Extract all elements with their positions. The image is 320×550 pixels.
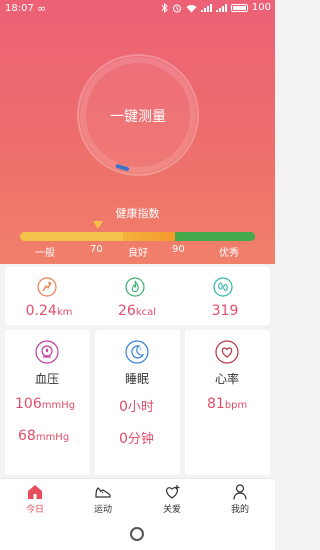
- heart-rate-title: 心率: [215, 372, 240, 386]
- stat-steps[interactable]: 319: [181, 267, 269, 325]
- signal-2-icon: [215, 4, 227, 12]
- heart-plus-icon: [165, 485, 180, 499]
- status-bar: 18:07 ∞ 100: [0, 0, 275, 18]
- ring-progress-arc: [115, 164, 130, 171]
- status-time: 18:07: [5, 3, 34, 14]
- battery-level: 100: [251, 2, 271, 13]
- measure-ring-button[interactable]: 一键测量: [76, 40, 200, 190]
- bluetooth-icon: [161, 3, 168, 13]
- scale-label-90: 90: [172, 244, 185, 255]
- systolic-value: 106mmHg: [15, 396, 76, 412]
- heart-icon: [215, 340, 239, 364]
- stat-distance-value: 0.24km: [25, 303, 73, 319]
- nav-mine[interactable]: 我的: [215, 483, 265, 515]
- bar-segment-high: [175, 232, 255, 241]
- sleep-minutes: 0分钟: [119, 431, 154, 447]
- stat-steps-value: 319: [211, 303, 239, 319]
- moon-sleep-icon: z: [125, 340, 149, 364]
- stat-calories[interactable]: 26kcal: [93, 267, 181, 325]
- signal-icon: [200, 4, 212, 12]
- heart-rate-value: 81bpm: [207, 396, 248, 412]
- measure-label: 一键测量: [110, 109, 166, 125]
- scale-label-excellent: 优秀: [219, 248, 239, 259]
- scale-label-70: 70: [90, 244, 103, 255]
- health-index-bar: [20, 232, 255, 241]
- sleep-hours: 0小时: [119, 399, 154, 415]
- infinity-icon: ∞: [37, 2, 47, 15]
- footprints-icon: [213, 277, 233, 297]
- bar-segment-low: [20, 232, 124, 241]
- nav-sport-label: 运动: [93, 505, 112, 515]
- alarm-icon: [172, 4, 181, 13]
- nav-sport[interactable]: 运动: [78, 483, 128, 515]
- blood-pressure-icon: [35, 340, 59, 364]
- calorie-flame-icon: [125, 277, 145, 297]
- nav-care-label: 关爱: [162, 505, 181, 515]
- nav-mine-label: 我的: [230, 505, 249, 515]
- bar-segment-mid: [123, 232, 176, 241]
- blood-pressure-card[interactable]: 血压 106mmHg 68mmHg: [5, 330, 90, 475]
- nav-today[interactable]: 今日: [10, 483, 60, 515]
- distance-icon: [37, 277, 57, 297]
- blood-pressure-title: 血压: [35, 372, 60, 386]
- sleep-title: 睡眠: [125, 372, 150, 386]
- sleep-card[interactable]: z 睡眠 0小时 0分钟: [95, 330, 180, 475]
- nav-care[interactable]: 关爱: [147, 483, 197, 515]
- home-icon: [28, 485, 42, 499]
- health-index-title: 健康指数: [115, 207, 160, 220]
- activity-stats-card[interactable]: 0.24km 26kcal 319: [5, 267, 270, 325]
- heart-rate-card[interactable]: 心率 81bpm: [185, 330, 270, 475]
- wifi-icon: [186, 4, 197, 12]
- health-index-pointer: [93, 221, 103, 229]
- battery-icon: [230, 4, 248, 12]
- diastolic-value: 68mmHg: [18, 428, 70, 444]
- svg-text:z: z: [140, 346, 142, 351]
- person-icon: [233, 484, 247, 500]
- shoe-icon: [95, 487, 111, 498]
- scale-label-good: 良好: [128, 248, 148, 259]
- bottom-nav: 今日 运动 关爱 我的: [0, 478, 275, 518]
- stat-calories-value: 26kcal: [117, 303, 157, 319]
- nav-today-label: 今日: [25, 505, 44, 515]
- scale-label-fair: 一般: [35, 248, 55, 259]
- stat-distance[interactable]: 0.24km: [5, 267, 93, 325]
- system-home-button[interactable]: [130, 527, 144, 541]
